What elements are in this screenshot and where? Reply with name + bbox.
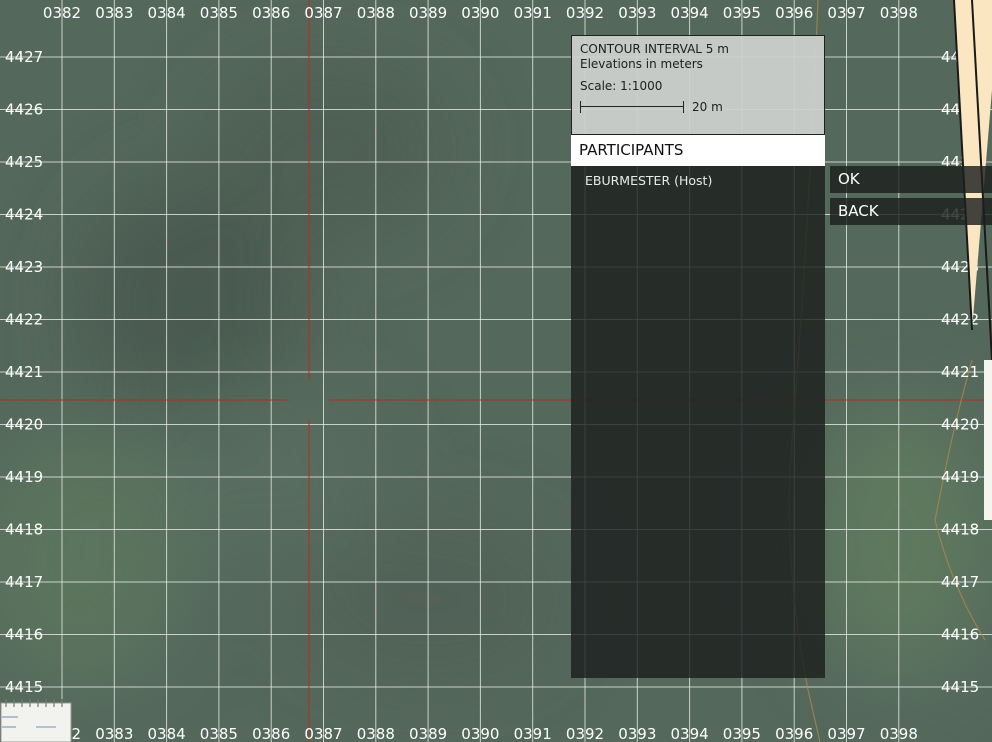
grid-label-easting: 0395: [723, 4, 761, 22]
grid-label-northing: 4415: [941, 678, 979, 696]
grid-label-northing: 4416: [5, 626, 43, 644]
scale-bar: [580, 101, 684, 113]
ok-button[interactable]: OK: [830, 166, 992, 193]
grid-label-easting: 0390: [461, 725, 499, 742]
grid-label-northing: 4419: [941, 468, 979, 486]
grid-label-easting: 0384: [148, 4, 186, 22]
map-view[interactable]: 0382 0383 0384 0385 0386 0387 0388 0389 0390 0391…: [0, 0, 992, 742]
scale-bar-label: 20 m: [692, 100, 723, 114]
grid-label-easting: 0387: [304, 725, 342, 742]
grid-label-easting: 0387: [304, 4, 342, 22]
grid-label-northing: 4415: [5, 678, 43, 696]
grid-label-northing: 4421: [5, 363, 43, 381]
grid-label-northing: 4424: [5, 206, 43, 224]
grid-label-easting: 0382: [43, 4, 81, 22]
grid-label-easting: 0385: [200, 4, 238, 22]
grid-label-northing: 4419: [5, 468, 43, 486]
grid-label-northing: 4422: [5, 311, 43, 329]
participants-header: PARTICIPANTS: [571, 135, 825, 166]
grid-label-northing: 4425: [5, 153, 43, 171]
grid-label-northing: 4417: [5, 573, 43, 591]
grid-label-easting: 0395: [723, 725, 761, 742]
grid-label-easting: 0389: [409, 725, 447, 742]
grid-label-northing: 4426: [5, 101, 43, 119]
grid-label-northing: 4427: [5, 48, 43, 66]
grid-label-easting: 0394: [671, 4, 709, 22]
grid-label-easting: 0397: [827, 4, 865, 22]
grid-label-easting: 0396: [775, 725, 813, 742]
grid-label-northing: 4426: [941, 101, 979, 119]
grid-label-easting: 0385: [200, 725, 238, 742]
grid-label-northing: 4420: [5, 416, 43, 434]
grid-labels-bottom: 0382038303840385038603870388038903900391…: [43, 725, 918, 742]
grid-label-easting: 0393: [618, 725, 656, 742]
grid-label-easting: 0391: [514, 725, 552, 742]
grid-label-easting: 0397: [827, 725, 865, 742]
grid-labels-top: 0382 0383 0384 0385 0386 0387 0388 0389 0390 0391…: [43, 4, 918, 22]
grid-label-easting: 0392: [566, 4, 604, 22]
map-legend: CONTOUR INTERVAL 5 m Elevations in meter…: [571, 35, 825, 135]
grid-label-easting: 0388: [357, 725, 395, 742]
grid-label-easting: 0391: [514, 4, 552, 22]
contour-interval-text: CONTOUR INTERVAL 5 m: [580, 42, 729, 56]
elevation-units-text: Elevations in meters: [580, 57, 703, 71]
grid-label-easting: 0386: [252, 725, 290, 742]
grid-label-northing: 4417: [941, 573, 979, 591]
grid-label-easting: 0392: [566, 725, 604, 742]
grid-label-northing: 4420: [941, 416, 979, 434]
grid-label-northing: 4423: [5, 258, 43, 276]
participants-list: EBURMESTER (Host): [571, 166, 825, 678]
scale-text: Scale: 1:1000: [580, 79, 663, 93]
grid-label-easting: 0386: [252, 4, 290, 22]
notepad-icon[interactable]: [0, 697, 72, 742]
grid-label-easting: 0398: [880, 725, 918, 742]
grid-label-easting: 0394: [671, 725, 709, 742]
grid-label-easting: 0383: [95, 725, 133, 742]
grid-label-easting: 0398: [880, 4, 918, 22]
grid-label-easting: 0384: [148, 725, 186, 742]
participant-item[interactable]: EBURMESTER (Host): [571, 166, 825, 191]
grid-label-northing: 4422: [941, 311, 979, 329]
grid-label-easting: 0383: [95, 4, 133, 22]
grid-label-northing: 4421: [941, 363, 979, 381]
back-button[interactable]: BACK: [830, 198, 992, 225]
grid-label-easting: 0388: [357, 4, 395, 22]
grid-label-easting: 0389: [409, 4, 447, 22]
grid-label-easting: 0393: [618, 4, 656, 22]
grid-label-northing: 4416: [941, 626, 979, 644]
grid-label-northing: 4418: [941, 521, 979, 539]
grid-label-easting: 0390: [461, 4, 499, 22]
grid-label-northing: 4418: [5, 521, 43, 539]
grid-label-easting: 0396: [775, 4, 813, 22]
grid-label-northing: 4427: [941, 48, 979, 66]
grid-label-northing: 4423: [941, 258, 979, 276]
